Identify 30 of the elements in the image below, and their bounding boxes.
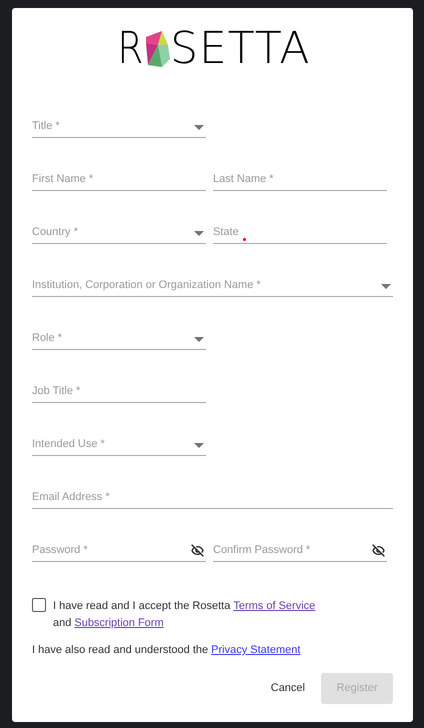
caret-icon bbox=[194, 125, 204, 130]
checkbox[interactable] bbox=[32, 598, 46, 612]
select-field[interactable]: Role * bbox=[32, 328, 206, 350]
gem-icon bbox=[144, 31, 172, 67]
input-field[interactable]: Confirm Password * bbox=[213, 540, 387, 562]
input-field[interactable]: Password * bbox=[32, 540, 206, 562]
caret-icon bbox=[194, 443, 204, 448]
cancel-button[interactable]: Cancel bbox=[268, 674, 307, 704]
link[interactable]: Subscription Form bbox=[74, 617, 164, 629]
agreement-text: and bbox=[53, 617, 72, 629]
privacy-text: I have also read and understood the bbox=[32, 644, 208, 656]
link[interactable]: Privacy Statement bbox=[211, 644, 300, 656]
eye-off-icon[interactable] bbox=[191, 544, 204, 557]
caret-icon bbox=[194, 337, 204, 342]
logo-text: SETTA bbox=[170, 27, 310, 71]
eye-off-icon[interactable] bbox=[372, 544, 385, 557]
input-field[interactable]: Email Address * bbox=[32, 487, 393, 509]
select-field[interactable]: Intended Use * bbox=[32, 434, 206, 456]
caret-icon bbox=[194, 231, 204, 236]
agreement-text: I have read and I accept the Rosetta bbox=[53, 600, 230, 612]
input-field[interactable]: Last Name * bbox=[213, 169, 387, 191]
select-field[interactable]: Title * bbox=[32, 116, 206, 138]
logo-text: R bbox=[116, 27, 144, 71]
input-field[interactable]: Job Title * bbox=[32, 381, 206, 403]
select-field[interactable]: Country * bbox=[32, 222, 206, 244]
select-field[interactable]: Institution, Corporation or Organization Name * bbox=[32, 275, 393, 297]
input-field[interactable]: First Name * bbox=[32, 169, 206, 191]
caret-icon bbox=[381, 284, 391, 289]
link[interactable]: Terms of Service bbox=[233, 600, 316, 612]
input-field[interactable]: State bbox=[213, 222, 387, 244]
